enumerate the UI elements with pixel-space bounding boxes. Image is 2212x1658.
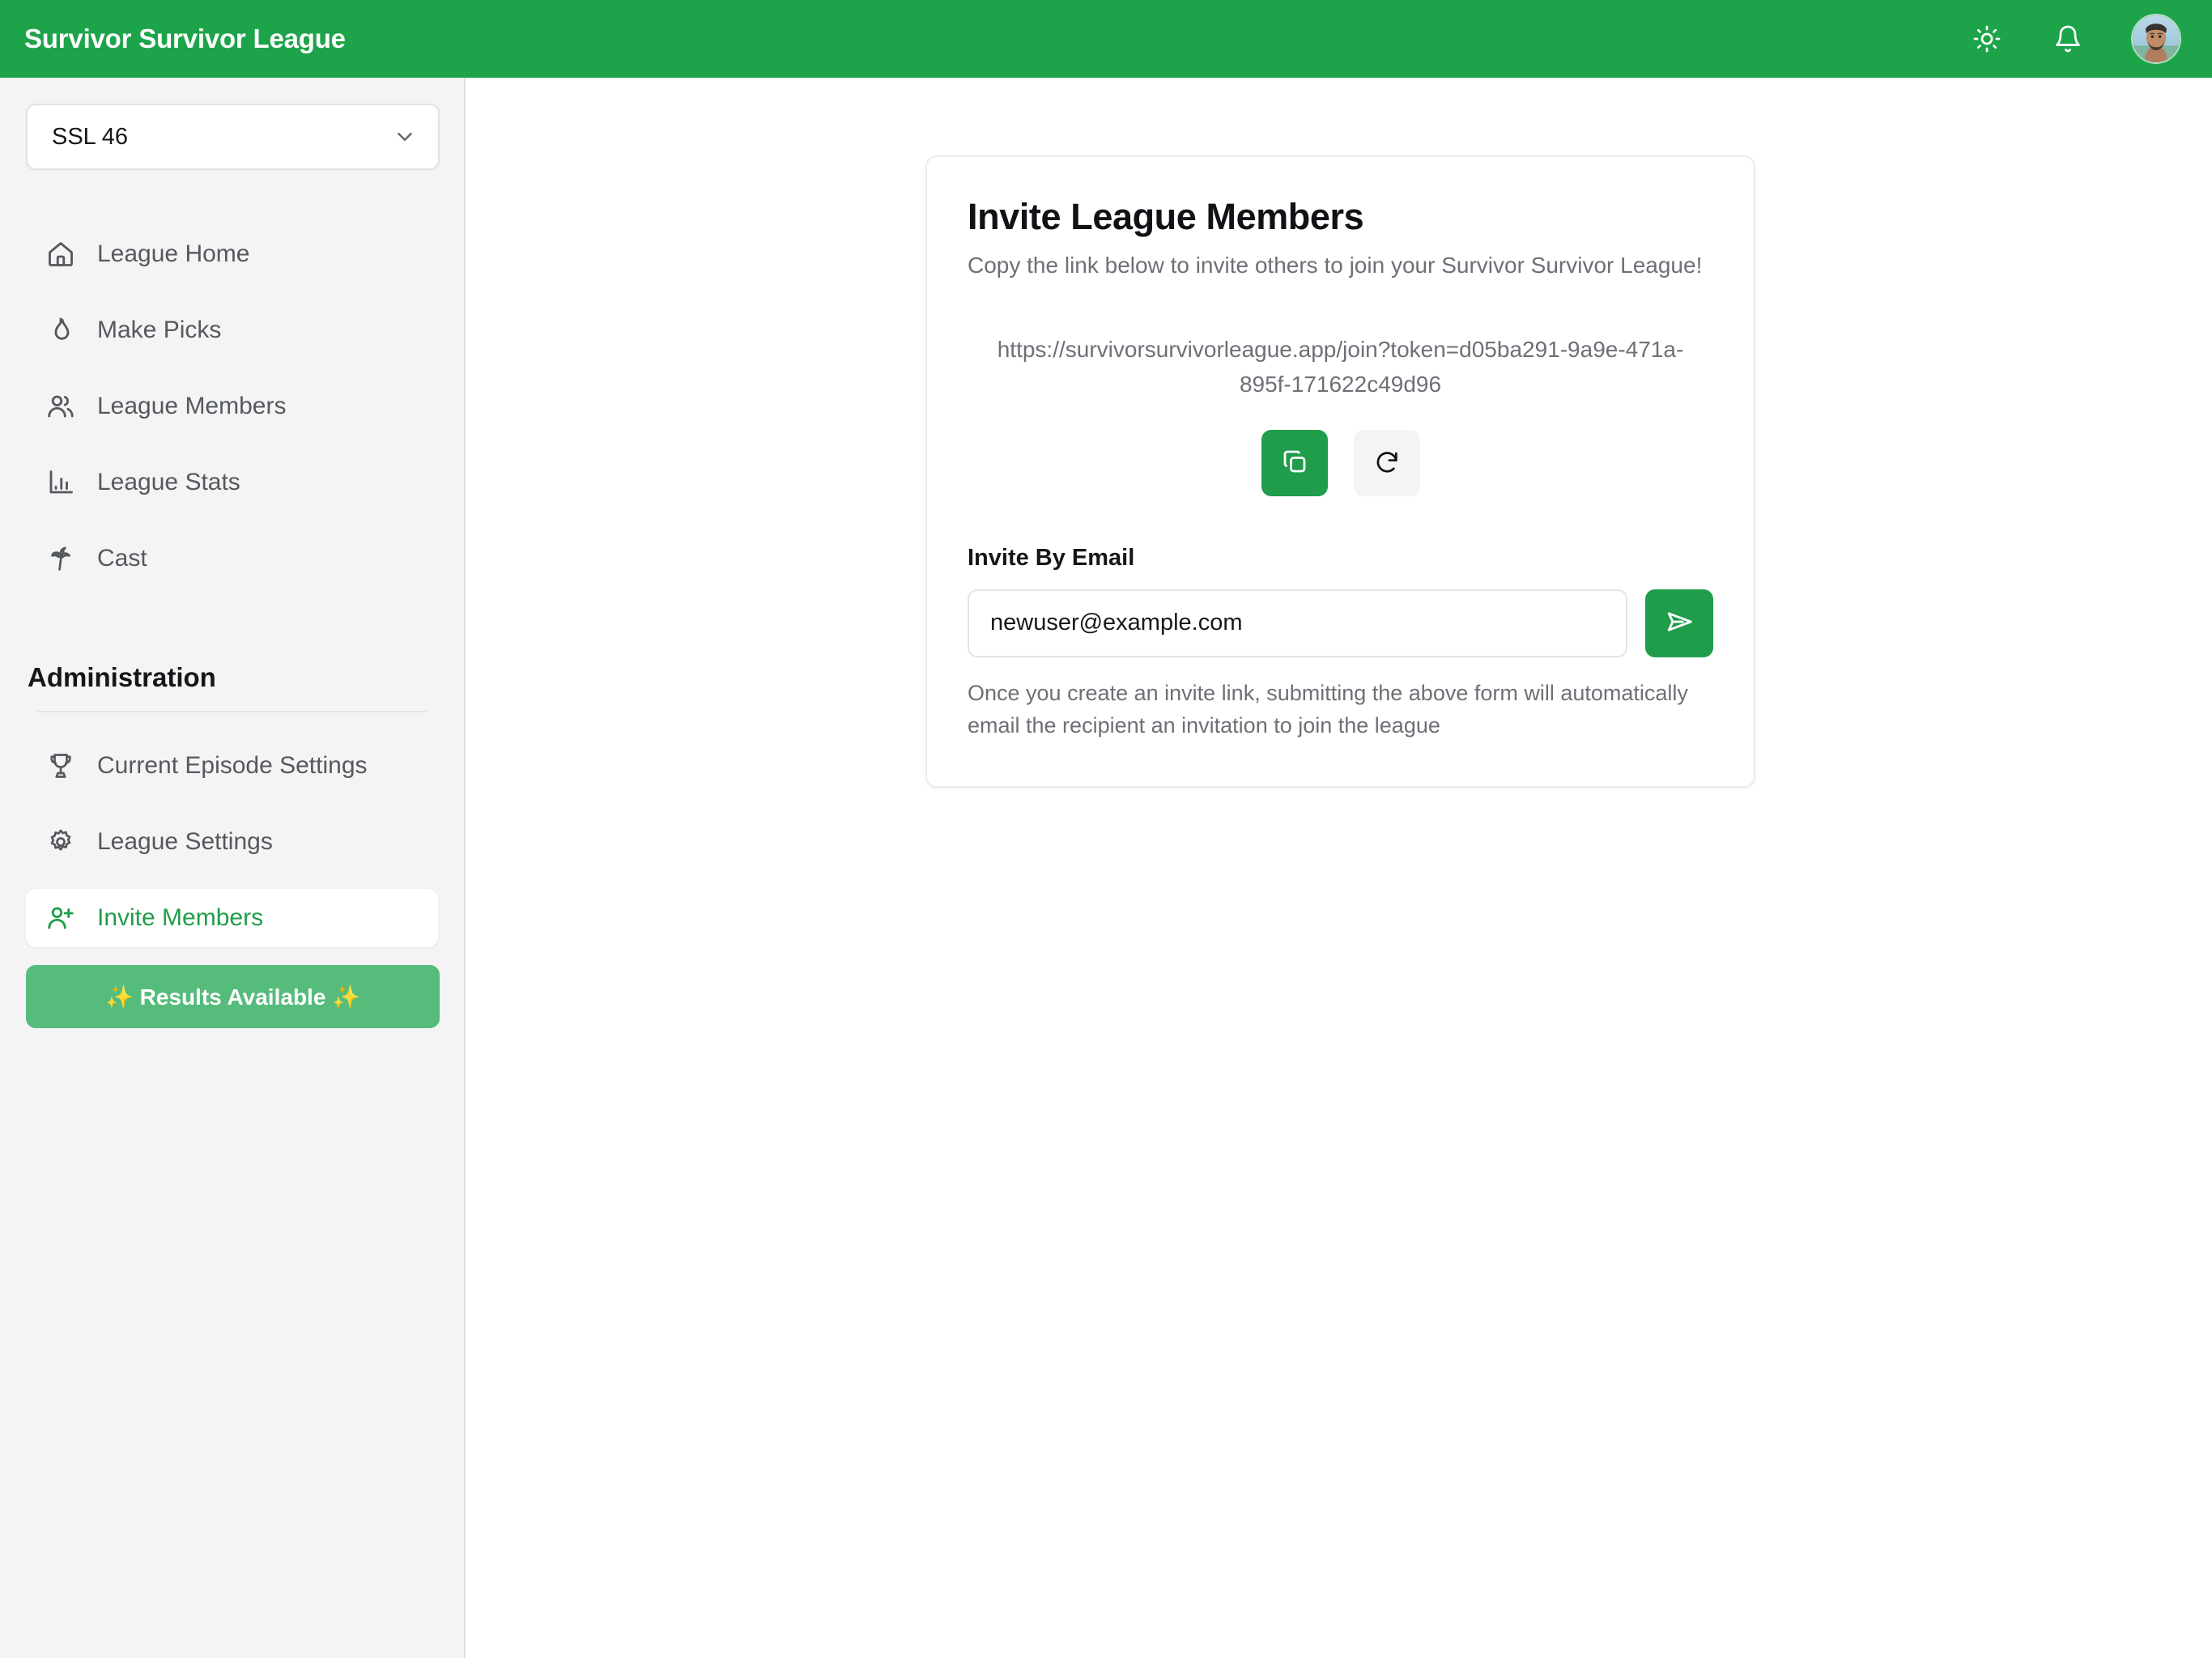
users-icon (44, 389, 78, 423)
sidebar-item-label: League Settings (97, 828, 273, 855)
invite-league-members-card: Invite League Members Copy the link belo… (925, 155, 1755, 788)
section-divider (37, 711, 427, 712)
sidebar-item-label: Cast (97, 545, 147, 572)
notifications-button[interactable] (2050, 21, 2086, 57)
sidebar-item-label: League Members (97, 393, 287, 419)
user-avatar[interactable] (2131, 14, 2181, 64)
sidebar-item-label: Make Picks (97, 317, 222, 343)
administration-heading: Administration (28, 662, 216, 692)
chevron-down-icon (393, 125, 417, 149)
gear-icon (44, 825, 78, 859)
sidebar-item-league-settings[interactable]: League Settings (26, 813, 438, 871)
regenerate-link-button[interactable] (1353, 429, 1420, 496)
house-icon (44, 237, 78, 271)
palm-tree-icon (44, 542, 78, 576)
invite-link-actions (968, 429, 1713, 496)
theme-toggle-button[interactable] (1969, 21, 2005, 57)
invite-email-input[interactable] (968, 589, 1627, 657)
invite-by-email-label: Invite By Email (968, 544, 1135, 571)
app-brand-title: Survivor Survivor League (24, 23, 346, 53)
results-available-button[interactable]: ✨ Results Available ✨ (26, 965, 440, 1028)
sidebar-item-label: League Stats (97, 469, 240, 495)
primary-nav: League Home Make Picks League Members Le… (26, 225, 438, 588)
user-plus-icon (44, 901, 78, 935)
administration-section: Administration Current Episode Settings (26, 662, 440, 1028)
send-icon (1665, 607, 1694, 639)
league-selector-dropdown[interactable]: SSL 46 (26, 104, 440, 170)
card-subtitle: Copy the link below to invite others to … (968, 253, 1703, 278)
sidebar-item-league-stats[interactable]: League Stats (26, 453, 438, 512)
sidebar-item-league-home[interactable]: League Home (26, 225, 438, 283)
card-title: Invite League Members (968, 196, 1364, 237)
refresh-icon (1373, 448, 1401, 478)
invite-email-helper-text: Once you create an invite link, submitti… (968, 680, 1688, 738)
sidebar-item-label: Invite Members (97, 904, 264, 931)
copy-icon (1280, 447, 1309, 478)
sidebar-item-make-picks[interactable]: Make Picks (26, 301, 438, 359)
header-actions (1969, 14, 2181, 64)
copy-link-button[interactable] (1261, 429, 1328, 496)
sidebar-item-current-episode-settings[interactable]: Current Episode Settings (26, 737, 438, 795)
send-invite-button[interactable] (1645, 589, 1713, 657)
sidebar-item-league-members[interactable]: League Members (26, 377, 438, 436)
sidebar-item-invite-members[interactable]: Invite Members (26, 889, 438, 947)
invite-link-text: https://survivorsurvivorleague.app/join?… (997, 337, 1684, 397)
league-selector-value: SSL 46 (52, 123, 129, 150)
trophy-icon (44, 749, 78, 783)
sidebar-item-label: League Home (97, 240, 250, 267)
bar-chart-icon (44, 466, 78, 500)
invite-email-row (968, 589, 1713, 657)
sidebar: SSL 46 League Home Make Picks League Mem… (0, 78, 466, 1658)
sidebar-item-label: Current Episode Settings (97, 752, 368, 779)
top-header-bar: Survivor Survivor League (0, 0, 2212, 78)
sidebar-item-cast[interactable]: Cast (26, 529, 438, 588)
main-content: Invite League Members Copy the link belo… (467, 78, 2212, 1658)
flame-icon (44, 313, 78, 347)
